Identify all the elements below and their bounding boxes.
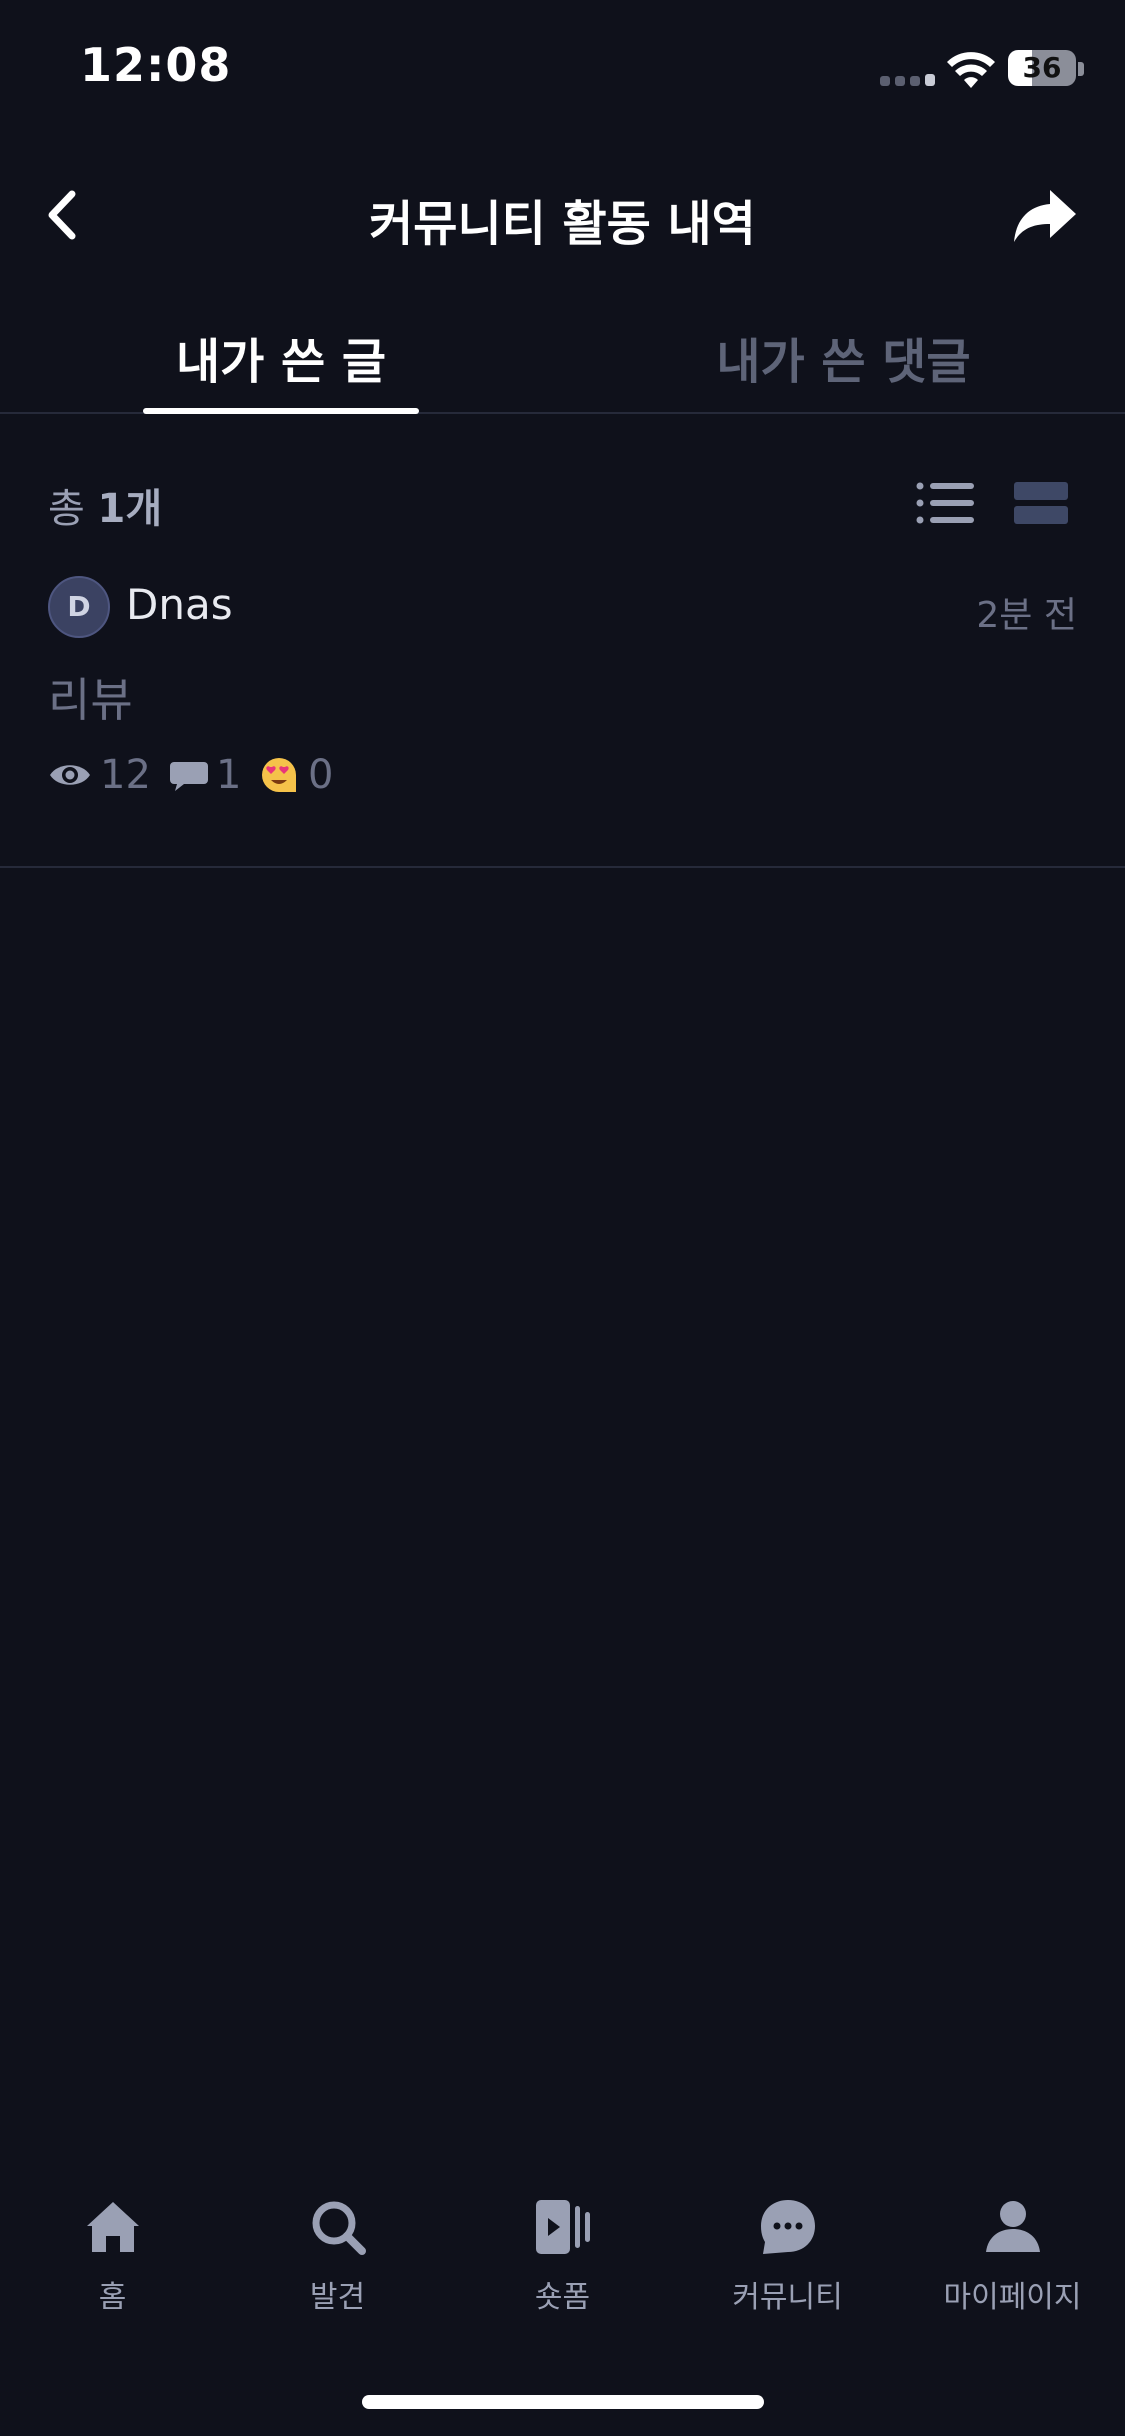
bottom-navigation: 홈 발견 숏폼 커뮤니티 마이페이지 [0, 2170, 1125, 2350]
cellular-signal-icon [880, 74, 936, 86]
nav-label-mypage: 마이페이지 [943, 2280, 1082, 2315]
reaction-count: 0 [308, 752, 334, 798]
view-count: 12 [100, 752, 151, 798]
home-icon [87, 2202, 139, 2252]
comment-count: 1 [216, 752, 242, 798]
count-value: 1개 [97, 486, 163, 532]
tab-bar: 내가 쓴 글 내가 쓴 댓글 [0, 300, 1125, 414]
search-icon [312, 2201, 366, 2255]
battery-icon: 36 [1008, 50, 1076, 86]
nav-label-discover: 발견 [309, 2280, 366, 2315]
page-title: 커뮤니티 활동 내역 [369, 196, 756, 252]
nav-item-shortform[interactable]: 숏폼 [450, 2170, 675, 2350]
battery-tip [1078, 62, 1084, 76]
author-name: Dnas [126, 580, 233, 629]
nav-label-shortform: 숏폼 [534, 2280, 591, 2315]
home-indicator[interactable] [362, 2395, 764, 2409]
battery-level: 36 [1022, 51, 1062, 84]
nav-item-mypage[interactable]: 마이페이지 [900, 2170, 1125, 2350]
card-view-icon[interactable] [1014, 480, 1068, 526]
nav-label-community: 커뮤니티 [732, 2280, 843, 2315]
avatar: D [48, 576, 110, 638]
nav-item-community[interactable]: 커뮤니티 [675, 2170, 900, 2350]
comment-count-stat: 1 [170, 750, 250, 800]
post-list-item[interactable]: D Dnas 2분 전 리뷰 12 1 0 [0, 560, 1125, 868]
status-time: 12:08 [80, 38, 232, 92]
tab-my-posts[interactable]: 내가 쓴 글 [0, 322, 562, 392]
status-bar: 12:08 36 [0, 0, 1125, 140]
share-arrow-icon[interactable] [1010, 180, 1080, 250]
wifi-icon [947, 52, 995, 88]
nav-item-discover[interactable]: 발견 [225, 2170, 450, 2350]
tab-my-comments[interactable]: 내가 쓴 댓글 [562, 322, 1125, 392]
reaction-count-stat: 0 [260, 750, 350, 800]
screen: 12:08 36 커뮤니티 활동 내역 내가 쓴 글 내가 쓴 댓글 총 1개 … [0, 0, 1125, 2436]
heart-eyes-emoji-icon [262, 758, 296, 792]
view-count-stat: 12 [48, 750, 158, 800]
chat-bubble-icon [761, 2200, 815, 2254]
post-time: 2분 전 [976, 595, 1077, 636]
list-view-icon[interactable] [916, 480, 974, 526]
person-icon [986, 2201, 1040, 2252]
nav-item-home[interactable]: 홈 [0, 2170, 225, 2350]
post-title: 리뷰 [48, 673, 133, 727]
header: 커뮤니티 활동 내역 [0, 140, 1125, 290]
eye-icon [50, 765, 90, 785]
comment-bubble-icon [170, 762, 208, 791]
total-count: 총 1개 [48, 476, 162, 534]
count-prefix: 총 [48, 486, 98, 532]
active-tab-indicator [143, 408, 419, 414]
shortform-video-icon [536, 2200, 590, 2254]
nav-label-home: 홈 [98, 2280, 127, 2315]
